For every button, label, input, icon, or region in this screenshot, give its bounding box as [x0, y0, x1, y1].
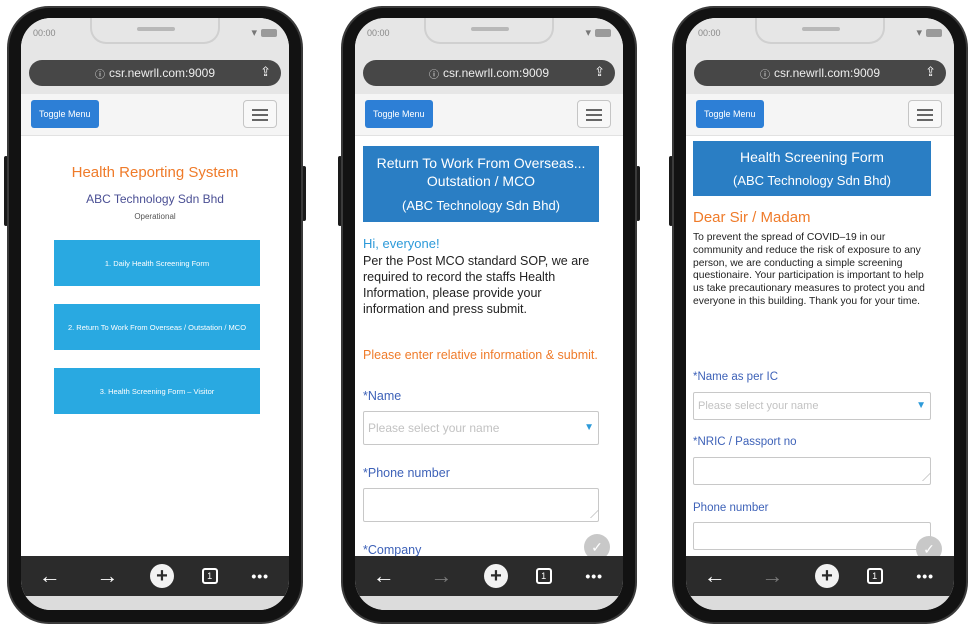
name-placeholder: Please select your name — [698, 400, 819, 412]
info-icon: ⓘ — [94, 69, 105, 81]
form-header: Return To Work From Overseas... Outstati… — [363, 146, 599, 222]
status-bar: 00:00 ▾ — [21, 18, 289, 54]
daily-health-screening-button[interactable]: 1. Daily Health Screening Form — [54, 240, 260, 286]
status-text: Operational — [134, 212, 176, 221]
dropdown-arrow-icon: ▼ — [916, 400, 926, 411]
phone-2: 00:00 ▾ ⓘ csr.newrll.com:9009 ⇪ Toggle M… — [338, 6, 640, 624]
forward-icon[interactable]: → — [757, 565, 787, 587]
greeting: Hi, everyone! — [363, 236, 440, 251]
battery-icon — [261, 29, 277, 38]
home-indicator-area — [686, 596, 954, 610]
navbar: Toggle Menu — [21, 94, 289, 136]
name-label: *Name as per IC — [693, 371, 779, 383]
name-select[interactable]: Please select your name ▼ — [693, 392, 931, 420]
phone-3: 00:00 ▾ ⓘ csr.newrll.com:9009 ⇪ Toggle M… — [669, 6, 968, 624]
dropdown-arrow-icon: ▼ — [584, 422, 594, 433]
browser-toolbar: ← → + 1 ••• — [355, 556, 623, 596]
form-title-line2: Outstation / MCO — [426, 173, 536, 189]
form-title: Return To Work From Overseas... — [376, 155, 586, 171]
back-icon[interactable]: ← — [700, 565, 730, 587]
instruction-text: Please enter relative information & subm… — [363, 348, 598, 362]
resize-handle-icon — [583, 510, 599, 518]
form-title: Health Screening Form — [740, 149, 884, 165]
home-indicator-area — [21, 596, 289, 610]
status-time: 00:00 — [33, 28, 56, 38]
more-icon[interactable]: ••• — [579, 565, 609, 587]
tabs-icon[interactable]: 1 — [866, 568, 883, 584]
resize-handle-icon — [915, 473, 931, 481]
bottom-area: ← → + 1 ••• — [355, 556, 623, 610]
back-icon[interactable]: ← — [35, 565, 65, 587]
address-field[interactable]: ⓘ csr.newrll.com:9009 ⇪ — [29, 60, 281, 86]
form-header: Health Screening Form (ABC Technology Sd… — [693, 141, 931, 196]
tabs-icon[interactable]: 1 — [201, 568, 218, 584]
browser-toolbar: ← → + 1 ••• — [21, 556, 289, 596]
name-placeholder: Please select your name — [368, 421, 500, 435]
name-label: *Name — [363, 389, 402, 403]
wifi-icon: ▾ — [251, 26, 277, 39]
intro-paragraph: To prevent the spread of COVID–19 in our… — [693, 232, 925, 307]
company-name: ABC Technology Sdn Bhd — [86, 192, 224, 206]
more-icon[interactable]: ••• — [245, 565, 275, 587]
hamburger-menu-icon[interactable] — [243, 100, 277, 128]
url-bar: ⓘ csr.newrll.com:9009 ⇪ — [21, 54, 289, 94]
page-title: Health Reporting System — [71, 164, 239, 181]
more-icon[interactable]: ••• — [910, 565, 940, 587]
screen-3-content: Health Screening Form (ABC Technology Sd… — [672, 6, 968, 624]
new-tab-icon[interactable]: + — [814, 564, 839, 588]
browser-toolbar: ← → + 1 ••• — [686, 556, 954, 596]
nric-label: *NRIC / Passport no — [693, 436, 797, 448]
name-select[interactable]: Please select your name ▼ — [363, 411, 599, 445]
back-icon[interactable]: ← — [369, 565, 399, 587]
intro-text: Per the Post MCO standard SOP, we are re… — [363, 254, 590, 316]
home-indicator-area — [355, 596, 623, 610]
phone-input[interactable] — [693, 522, 931, 550]
forward-icon[interactable]: → — [92, 565, 122, 587]
toggle-menu-button[interactable]: Toggle Menu — [31, 100, 99, 128]
nric-input[interactable] — [693, 457, 931, 485]
form-company: (ABC Technology Sdn Bhd) — [401, 198, 561, 213]
notch — [90, 18, 220, 44]
salutation: Dear Sir / Madam — [693, 209, 811, 226]
share-icon[interactable]: ⇪ — [260, 64, 271, 80]
tabs-icon[interactable]: 1 — [535, 568, 552, 584]
phone-input[interactable] — [363, 488, 599, 522]
form-company: (ABC Technology Sdn Bhd) — [732, 173, 892, 188]
phone-1: 00:00 ▾ ⓘ csr.newrll.com:9009 ⇪ Toggle M… — [4, 6, 306, 624]
visitor-screening-button[interactable]: 3. Health Screening Form – Visitor — [54, 368, 260, 414]
new-tab-icon[interactable]: + — [483, 564, 508, 588]
company-label: *Company — [363, 543, 422, 557]
return-to-work-button[interactable]: 2. Return To Work From Overseas / Outsta… — [54, 304, 260, 350]
forward-icon[interactable]: → — [426, 565, 456, 587]
phone-label: *Phone number — [363, 466, 450, 480]
screen-2-content: Return To Work From Overseas... Outstati… — [341, 6, 637, 624]
new-tab-icon[interactable]: + — [149, 564, 174, 588]
phone-label: Phone number — [693, 502, 769, 514]
phone-screen: 00:00 ▾ ⓘ csr.newrll.com:9009 ⇪ Toggle M… — [21, 18, 289, 610]
bottom-area: ← → + 1 ••• — [686, 556, 954, 610]
url-text: csr.newrll.com:9009 — [108, 66, 216, 80]
